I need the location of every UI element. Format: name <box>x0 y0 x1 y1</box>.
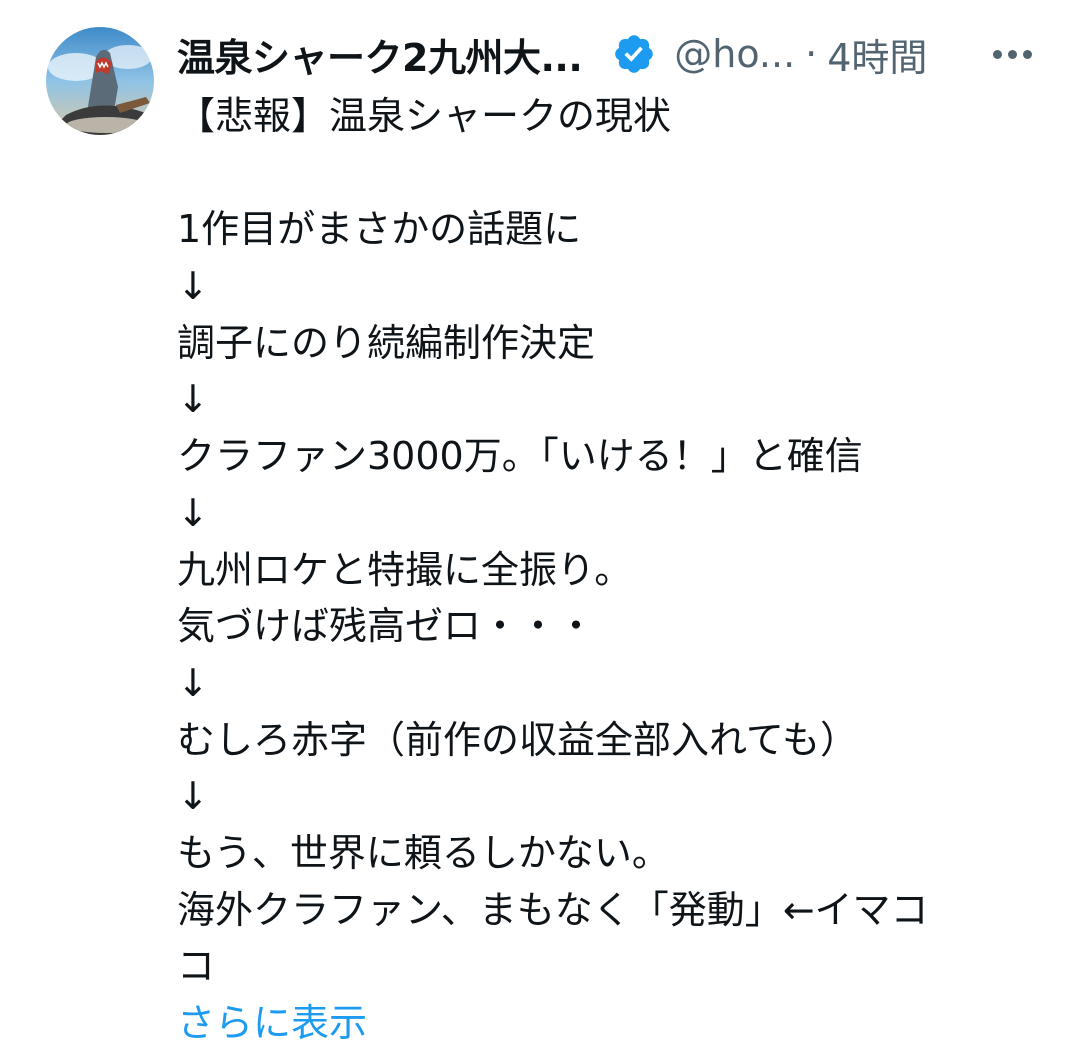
tweet-text-line: クラファン3000万。「いける！」と確信 <box>177 434 863 479</box>
tweet-text-line: ↓ <box>177 490 209 535</box>
tweet-header: 温泉シャーク2九州大... @ho... · 4時間 <box>177 22 1067 86</box>
tweet-text-line: ↓ <box>177 377 209 422</box>
tweet-text: 【悲報】温泉シャークの現状 1作目がまさかの話題に ↓ 調子にのり続編制作決定 … <box>177 88 1057 1052</box>
show-more-link[interactable]: さらに表示 <box>177 995 1057 1052</box>
timestamp[interactable]: 4時間 <box>827 27 927 82</box>
tweet-text-line: 気づけば残高ゼロ・・・ <box>177 604 596 649</box>
tweet-text-line: 九州ロケと特撮に全振り。 <box>177 547 633 592</box>
tweet-text-line: ↓ <box>177 660 209 705</box>
avatar[interactable] <box>46 27 154 135</box>
more-options-icon[interactable] <box>986 22 1038 86</box>
tweet-text-line: むしろ赤字（前作の収益全部入れても） <box>177 717 858 762</box>
tweet-text-line: 海外クラファン、まもなく「発動」←イマコ <box>177 887 929 932</box>
separator-dot: · <box>805 32 818 76</box>
tweet[interactable]: 温泉シャーク2九州大... @ho... · 4時間 【悲報】温泉シャークの現状… <box>0 0 1080 1045</box>
tweet-text-line <box>177 145 1057 202</box>
tweet-text-line: 1作目がまさかの話題に <box>177 207 582 252</box>
tweet-text-line: コ <box>177 944 216 989</box>
tweet-text-line: ↓ <box>177 774 209 819</box>
handle[interactable]: @ho... <box>674 32 795 76</box>
tweet-text-line: 調子にのり続編制作決定 <box>177 320 596 365</box>
tweet-text-line: ↓ <box>177 264 209 309</box>
display-name[interactable]: 温泉シャーク2九州大... <box>177 27 583 82</box>
tweet-text-line: もう、世界に頼るしかない。 <box>177 830 670 875</box>
tweet-text-line: 【悲報】温泉シャークの現状 <box>177 94 672 138</box>
verified-badge-icon <box>612 32 656 76</box>
